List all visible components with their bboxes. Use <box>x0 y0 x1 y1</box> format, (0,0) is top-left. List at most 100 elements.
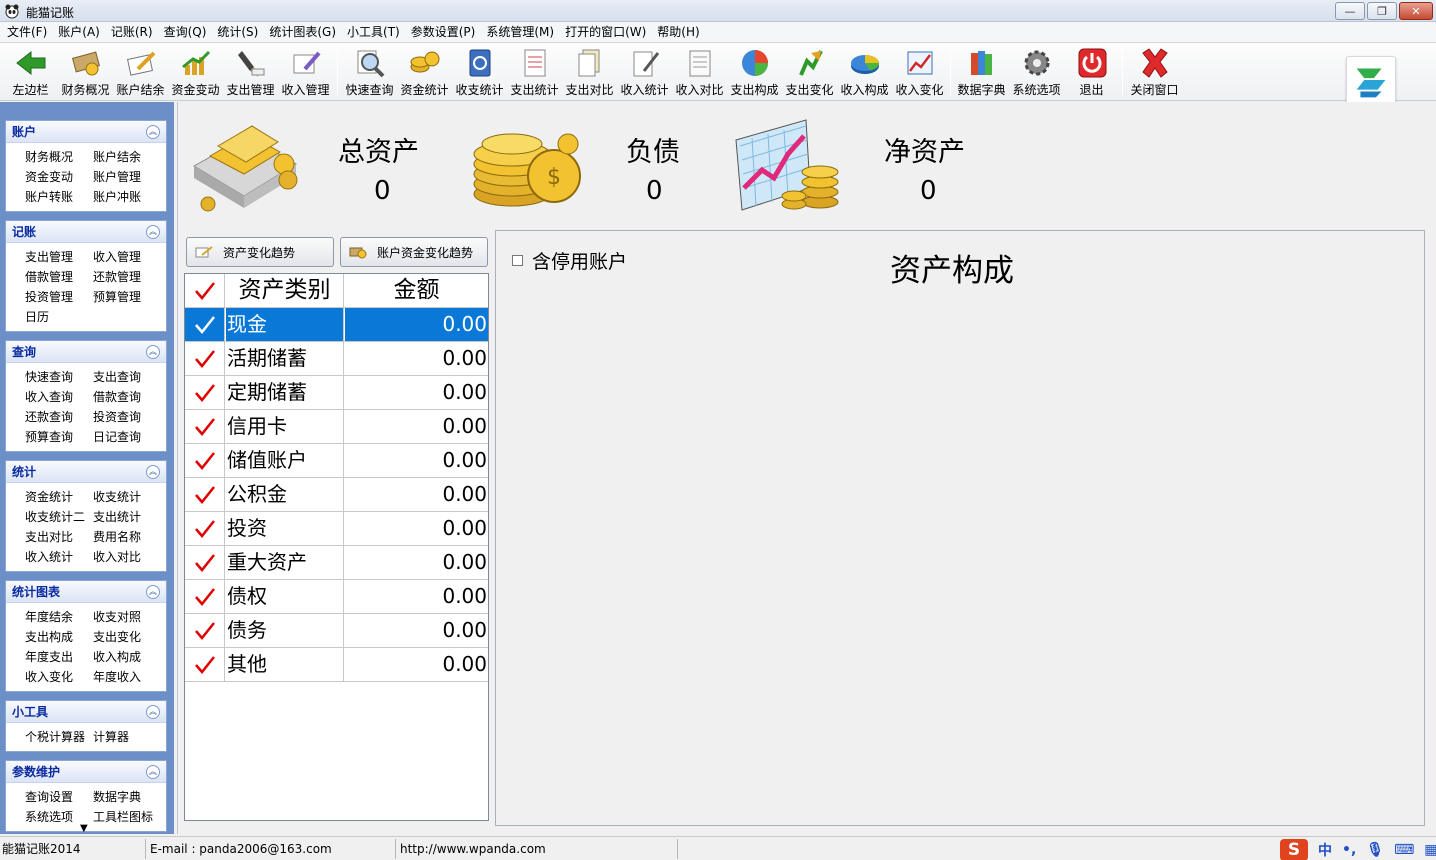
ime-toolbar[interactable]: S 中 •, 🎙 ⌨ ▦ <box>1280 839 1436 860</box>
table-row[interactable]: 定期储蓄 0.00 <box>185 376 488 410</box>
row-check-cell[interactable] <box>185 410 225 443</box>
close-window-button[interactable]: ✕ <box>1399 2 1433 20</box>
sidebar-item[interactable]: 资金变动 <box>25 167 93 187</box>
sidebar-item[interactable]: 收支统计二 <box>25 507 93 527</box>
row-check-cell[interactable] <box>185 546 225 579</box>
keyboard-icon[interactable]: ⌨ <box>1394 842 1414 858</box>
menu-statistics[interactable]: 统计(S) <box>213 22 262 42</box>
punctuation-icon[interactable]: •, <box>1342 842 1356 858</box>
toolbar-quick-query-button[interactable]: 快速查询 <box>342 45 397 99</box>
row-check-cell[interactable] <box>185 376 225 409</box>
sidebar-item[interactable]: 年度支出 <box>25 647 93 667</box>
sidebar-item[interactable]: 支出变化 <box>93 627 161 647</box>
menu-query[interactable]: 查询(Q) <box>160 22 211 42</box>
sidebar-item[interactable]: 账户管理 <box>93 167 161 187</box>
sidebar-item[interactable]: 资金统计 <box>25 487 93 507</box>
restore-button[interactable]: ❐ <box>1367 2 1397 20</box>
account-trend-button[interactable]: 账户资金变化趋势 <box>340 237 488 267</box>
sidebar-item[interactable]: 账户转账 <box>25 187 93 207</box>
sidebar-item[interactable]: 查询设置 <box>25 787 93 807</box>
toolbar-sidebar-button[interactable]: 左边栏 <box>3 45 58 99</box>
menu-windows[interactable]: 打开的窗口(W) <box>561 22 650 42</box>
toolbar-data-dictionary-button[interactable]: 数据字典 <box>954 45 1009 99</box>
sidebar-group-header[interactable]: 账户 ︽ <box>6 121 166 143</box>
sidebar-item[interactable]: 计算器 <box>93 727 161 747</box>
sidebar-group-header[interactable]: 统计 ︽ <box>6 461 166 483</box>
sidebar-item[interactable]: 支出对比 <box>25 527 93 547</box>
toolbar-overview-button[interactable]: 财务概况 <box>58 45 113 99</box>
sidebar-item[interactable]: 支出统计 <box>93 507 161 527</box>
toolbar-income-compare-button[interactable]: 收入对比 <box>672 45 727 99</box>
collapse-chevron-icon[interactable]: ︽ <box>146 704 160 719</box>
column-header-category[interactable]: 资产类别 <box>226 274 344 307</box>
sidebar-item[interactable]: 账户结余 <box>93 147 161 167</box>
sidebar-item[interactable]: 投资查询 <box>93 407 161 427</box>
collapse-chevron-icon[interactable]: ︽ <box>146 224 160 239</box>
toolbar-expense-composition-button[interactable]: 支出构成 <box>727 45 782 99</box>
include-disabled-accounts-checkbox[interactable]: 含停用账户 <box>512 247 627 274</box>
collapse-chevron-icon[interactable]: ︽ <box>146 124 160 139</box>
sidebar-item[interactable]: 费用名称 <box>93 527 161 547</box>
table-row[interactable]: 债权 0.00 <box>185 580 488 614</box>
table-row[interactable]: 活期储蓄 0.00 <box>185 342 488 376</box>
menu-tools[interactable]: 小工具(T) <box>343 22 404 42</box>
sidebar-item[interactable]: 日记查询 <box>93 427 161 447</box>
status-website[interactable]: http://www.wpanda.com <box>398 839 678 859</box>
row-check-cell[interactable] <box>185 614 225 647</box>
sidebar-item[interactable]: 支出查询 <box>93 367 161 387</box>
menu-help[interactable]: 帮助(H) <box>653 22 703 42</box>
sidebar-group-header[interactable]: 小工具 ︽ <box>6 701 166 723</box>
collapse-chevron-icon[interactable]: ︽ <box>146 344 160 359</box>
toolbar-income-expense-stat-button[interactable]: 收支统计 <box>452 45 507 99</box>
row-check-cell[interactable] <box>185 512 225 545</box>
row-check-cell[interactable] <box>185 342 225 375</box>
menu-settings[interactable]: 参数设置(P) <box>407 22 480 42</box>
minimize-button[interactable]: — <box>1335 2 1365 20</box>
sidebar-item[interactable]: 投资管理 <box>25 287 93 307</box>
sidebar-item[interactable]: 年度收入 <box>93 667 161 687</box>
table-row[interactable]: 投资 0.00 <box>185 512 488 546</box>
checkbox-box[interactable] <box>512 255 523 266</box>
table-row[interactable]: 信用卡 0.00 <box>185 410 488 444</box>
toolbar-expense-stat-button[interactable]: 支出统计 <box>507 45 562 99</box>
column-header-amount[interactable]: 金额 <box>345 274 488 307</box>
row-check-cell[interactable] <box>185 580 225 613</box>
sidebar-item[interactable]: 借款查询 <box>93 387 161 407</box>
sidebar-item[interactable]: 收入对比 <box>93 547 161 567</box>
collapse-chevron-icon[interactable]: ︽ <box>146 764 160 779</box>
toolbar-system-options-button[interactable]: 系统选项 <box>1009 45 1064 99</box>
table-row[interactable]: 现金 0.00 <box>185 308 488 342</box>
sidebar-item[interactable]: 还款查询 <box>25 407 93 427</box>
sidebar-item[interactable]: 收入变化 <box>25 667 93 687</box>
sidebar-item[interactable]: 支出构成 <box>25 627 93 647</box>
toolbar-income-change-button[interactable]: 收入变化 <box>892 45 947 99</box>
sidebar-item[interactable]: 收入构成 <box>93 647 161 667</box>
sidebar-item[interactable]: 收支统计 <box>93 487 161 507</box>
ime-mode-toggle[interactable]: 中 <box>1318 840 1332 860</box>
menu-file[interactable]: 文件(F) <box>3 22 51 42</box>
sidebar-item[interactable]: 借款管理 <box>25 267 93 287</box>
table-row[interactable]: 储值账户 0.00 <box>185 444 488 478</box>
menu-account[interactable]: 账户(A) <box>54 22 104 42</box>
sidebar-item[interactable]: 还款管理 <box>93 267 161 287</box>
sidebar-item[interactable]: 收入管理 <box>93 247 161 267</box>
menu-charts[interactable]: 统计图表(G) <box>265 22 340 42</box>
toolbar-expense-compare-button[interactable]: 支出对比 <box>562 45 617 99</box>
sidebar-item[interactable]: 支出管理 <box>25 247 93 267</box>
asset-trend-button[interactable]: 资产变化趋势 <box>186 237 334 267</box>
sidebar-item[interactable]: 年度结余 <box>25 607 93 627</box>
sidebar-item[interactable]: 个税计算器 <box>25 727 93 747</box>
sidebar-scroll-down-icon[interactable]: ▼ <box>80 823 88 834</box>
brand-logo-badge[interactable] <box>1346 56 1396 106</box>
row-check-cell[interactable] <box>185 478 225 511</box>
sidebar-item[interactable]: 收入查询 <box>25 387 93 407</box>
toolbar-income-composition-button[interactable]: 收入构成 <box>837 45 892 99</box>
toolbar-income-stat-button[interactable]: 收入统计 <box>617 45 672 99</box>
sidebar-item[interactable]: 收入统计 <box>25 547 93 567</box>
sidebar-item[interactable]: 收支对照 <box>93 607 161 627</box>
toolbar-exit-button[interactable]: 退出 <box>1064 45 1119 99</box>
sidebar-item[interactable]: 财务概况 <box>25 147 93 167</box>
sidebar-item[interactable]: 数据字典 <box>93 787 161 807</box>
row-check-cell[interactable] <box>185 444 225 477</box>
row-check-cell[interactable] <box>185 308 225 341</box>
